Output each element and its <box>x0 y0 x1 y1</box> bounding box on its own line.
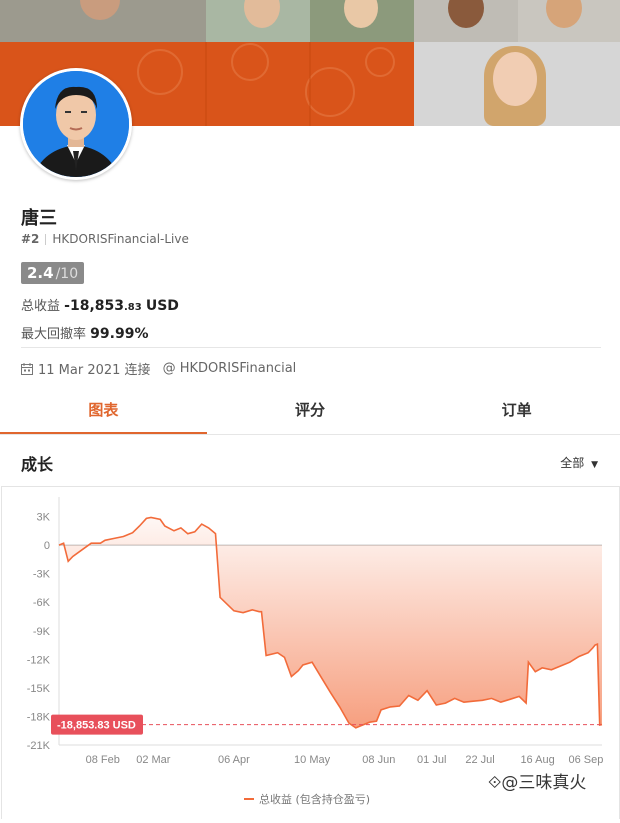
y-tick-label: -15K <box>27 683 51 695</box>
rank-number: #2 <box>21 232 40 246</box>
y-tick-label: -6K <box>33 597 51 609</box>
y-tick-label: -3K <box>33 569 51 581</box>
banner-photo <box>414 0 518 42</box>
total-profit-value: -18,853 <box>64 298 124 314</box>
chart-legend: 总收益 (包含持仓盈亏) <box>244 792 370 806</box>
x-tick-label: 01 Jul <box>417 754 446 766</box>
y-tick-label: -12K <box>27 654 51 666</box>
tab-bar: 图表 评分 订单 <box>0 387 620 433</box>
rank-line: #2 HKDORISFinancial-Live <box>21 232 189 246</box>
current-value-tag: -18,853.83 USD <box>51 714 143 735</box>
total-profit-decimal: .83 <box>124 302 142 313</box>
banner-photo <box>0 0 206 42</box>
avatar-photo <box>23 71 129 177</box>
range-filter-dropdown[interactable]: 全部 ▼ <box>560 454 598 471</box>
x-tick-label: 22 Jul <box>465 754 494 766</box>
banner-photo <box>310 0 414 42</box>
tab-orders[interactable]: 订单 <box>413 387 620 433</box>
banner-photo <box>414 42 620 126</box>
caret-down-icon: ▼ <box>591 460 598 470</box>
y-tick-label: 0 <box>44 540 50 552</box>
total-profit-label: 总收益 <box>21 299 61 314</box>
tab-chart[interactable]: 图表 <box>0 387 207 433</box>
current-value-label: -18,853.83 USD <box>57 720 136 732</box>
connected-date: 11 Mar 2021 连接 <box>38 363 151 378</box>
broker-link[interactable]: @ HKDORISFinancial <box>163 361 297 376</box>
x-tick-label: 08 Feb <box>86 754 120 766</box>
score-badge: 2.4 /10 <box>21 262 85 284</box>
max-drawdown-value: 99.99% <box>90 326 149 342</box>
meta-line: 11 Mar 2021 连接 @ HKDORISFinancial <box>21 359 296 378</box>
x-tick-label: 08 Jun <box>362 754 395 766</box>
x-tick-label: 06 Sep <box>568 754 603 766</box>
banner-photo <box>206 0 310 42</box>
account-name: HKDORISFinancial-Live <box>52 232 189 246</box>
score-max: /10 <box>55 266 79 282</box>
range-filter-label: 全部 <box>560 456 585 470</box>
section-title: 成长 <box>21 455 54 474</box>
total-profit-currency: USD <box>145 298 179 314</box>
watermark: ⟐@三味真火 <box>488 773 587 793</box>
total-profit: 总收益 -18,853.83 USD <box>21 295 179 314</box>
banner-photo <box>518 0 620 42</box>
max-drawdown-label: 最大回撤率 <box>21 327 87 342</box>
divider <box>0 434 620 435</box>
x-tick-label: 02 Mar <box>136 754 171 766</box>
divider <box>45 233 47 245</box>
x-tick-label: 10 May <box>294 754 331 766</box>
x-tick-label: 06 Apr <box>218 754 250 766</box>
max-drawdown: 最大回撤率 99.99% <box>21 323 148 342</box>
y-tick-label: 3K <box>37 512 51 524</box>
divider <box>21 347 601 348</box>
y-tick-label: -9K <box>33 626 51 638</box>
series-area <box>59 517 602 728</box>
calendar-icon <box>21 362 33 375</box>
trader-name: 唐三 <box>21 208 57 229</box>
y-tick-label: -18K <box>27 711 51 723</box>
x-tick-label: 16 Aug <box>520 754 554 766</box>
score-value: 2.4 <box>27 264 54 282</box>
legend-label: 总收益 (包含持仓盈亏) <box>259 792 370 806</box>
avatar[interactable] <box>20 68 132 180</box>
y-tick-label: -21K <box>27 740 51 752</box>
tab-rating[interactable]: 评分 <box>207 387 414 433</box>
